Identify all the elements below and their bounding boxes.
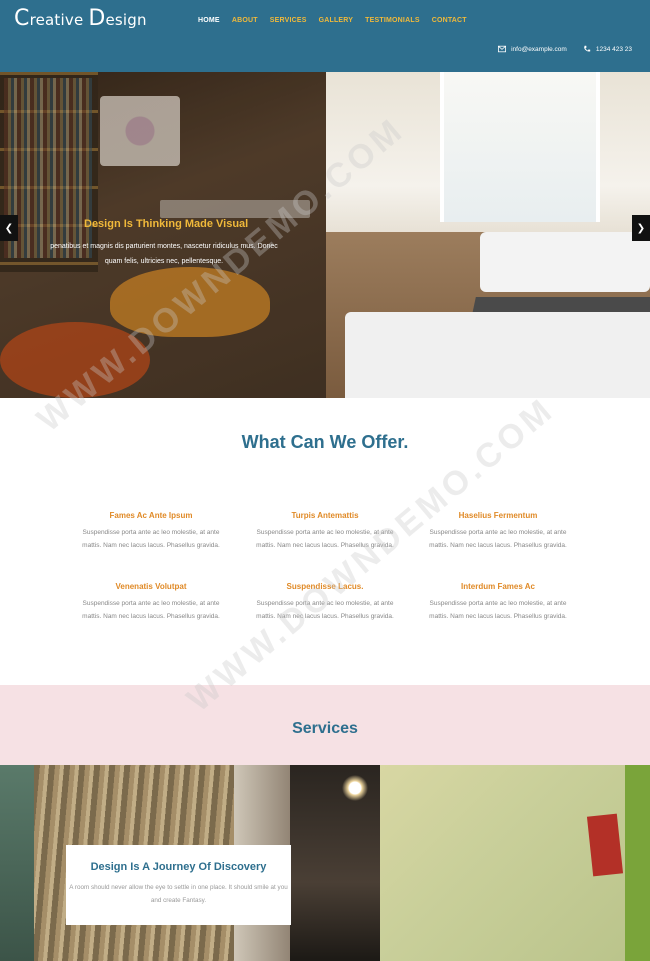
- envelope-icon: [498, 45, 507, 53]
- nav-gallery[interactable]: GALLERY: [313, 17, 360, 24]
- slider-next-button[interactable]: ❯: [632, 215, 650, 241]
- nav-services[interactable]: SERVICES: [264, 17, 313, 24]
- chevron-right-icon: ❯: [636, 222, 646, 234]
- lamp-image: [342, 775, 368, 801]
- service-card-title: Design Is A Journey Of Discovery: [90, 861, 267, 873]
- feature-item: Fames Ac Ante Ipsum Suspendisse porta an…: [76, 511, 226, 552]
- window-image: [440, 72, 600, 222]
- hero-text: penatibus et magnis dis parturient monte…: [50, 243, 278, 265]
- email-contact[interactable]: info@example.com: [498, 45, 567, 53]
- offer-title: What Can We Offer.: [241, 432, 409, 452]
- email-text: info@example.com: [511, 45, 567, 53]
- feature-title: Interdum Fames Ac: [461, 582, 535, 591]
- services-title: Services: [292, 720, 358, 737]
- nav-testimonials[interactable]: TESTIMONIALS: [359, 17, 426, 24]
- phone-contact[interactable]: 1234 423 23: [583, 45, 632, 53]
- feature-item: Suspendisse Lacus. Suspendisse porta ant…: [250, 582, 400, 623]
- hero-overlay: [0, 72, 326, 398]
- feature-item: Interdum Fames Ac Suspendisse porta ante…: [423, 582, 573, 623]
- phone-icon: [584, 45, 591, 52]
- feature-item: Haselius Fermentum Suspendisse porta ant…: [423, 511, 573, 552]
- green-panel-image: [625, 765, 650, 961]
- service-card-text: A room should never allow the eye to set…: [69, 884, 288, 904]
- phone-text: 1234 423 23: [595, 45, 632, 53]
- poster-image: [586, 813, 624, 877]
- site-logo[interactable]: Creative Design: [14, 6, 147, 31]
- feature-text: Suspendisse porta ante ac leo molestie, …: [256, 600, 394, 620]
- feature-item: Venenatis Volutpat Suspendisse porta ant…: [76, 582, 226, 623]
- sofa-image: [345, 312, 650, 398]
- feature-text: Suspendisse porta ante ac leo molestie, …: [82, 529, 220, 549]
- feature-text: Suspendisse porta ante ac leo molestie, …: [82, 600, 220, 620]
- feature-text: Suspendisse porta ante ac leo molestie, …: [256, 529, 394, 549]
- chevron-left-icon: ❮: [4, 222, 14, 234]
- slider-prev-button[interactable]: ❮: [0, 215, 18, 241]
- nav-contact[interactable]: CONTACT: [426, 17, 473, 24]
- feature-title: Fames Ac Ante Ipsum: [109, 511, 193, 520]
- window-image: [0, 765, 34, 961]
- feature-text: Suspendisse porta ante ac leo molestie, …: [429, 600, 567, 620]
- site-header: Creative Design HOME ABOUT SERVICES GALL…: [0, 0, 650, 72]
- feature-item: Turpis Antemattis Suspendisse porta ante…: [250, 511, 400, 552]
- feature-text: Suspendisse porta ante ac leo molestie, …: [429, 529, 567, 549]
- feature-title: Venenatis Volutpat: [115, 582, 187, 591]
- sofa-image: [480, 232, 650, 292]
- nav-home[interactable]: HOME: [192, 17, 226, 24]
- column-image: [290, 765, 390, 961]
- main-nav: HOME ABOUT SERVICES GALLERY TESTIMONIALS…: [192, 17, 473, 24]
- hero-title: Design Is Thinking Made Visual: [84, 218, 249, 230]
- service-card[interactable]: Design Is A Journey Of Discovery A room …: [66, 845, 291, 925]
- feature-title: Haselius Fermentum: [458, 511, 538, 520]
- feature-title: Turpis Antemattis: [291, 511, 359, 520]
- feature-title: Suspendisse Lacus.: [286, 582, 364, 591]
- header-contact: info@example.com 1234 423 23: [498, 45, 632, 53]
- hero-slider: Design Is Thinking Made Visual penatibus…: [0, 72, 650, 398]
- nav-about[interactable]: ABOUT: [226, 17, 264, 24]
